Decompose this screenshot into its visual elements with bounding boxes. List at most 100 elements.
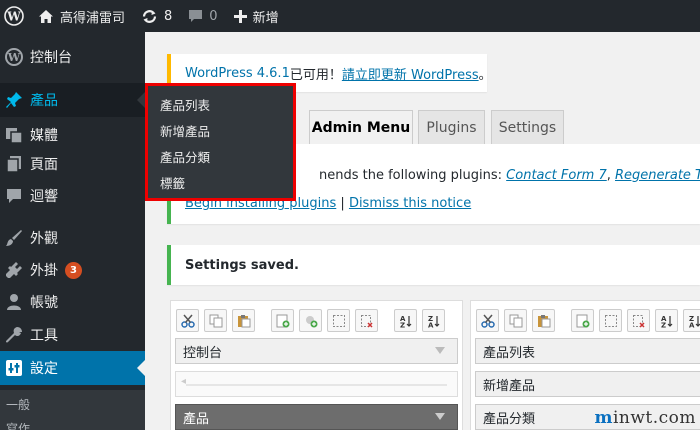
update-notice-end: 。 [478, 67, 492, 83]
admin-sidebar: W 控制台 產品 媒體 頁面 迴響 外觀 外掛 3 帳號 工具 設定 一般 寫作 [0, 32, 145, 430]
new-content-link[interactable]: 新增 [226, 0, 287, 32]
menu-appearance[interactable]: 外觀 [0, 221, 145, 255]
wordpress-version-link[interactable]: WordPress 4.6.1 [185, 66, 290, 81]
copy-icon[interactable] [504, 309, 527, 332]
sort-ascending-icon[interactable]: AZ [655, 309, 678, 332]
editor-toolbar-right: AZ ZA [476, 309, 700, 333]
chevron-down-icon[interactable] [435, 413, 445, 420]
editor-item-label: 產品分類 [483, 411, 536, 427]
dismiss-notice-link[interactable]: Dismiss this notice [349, 196, 471, 211]
svg-text:W: W [6, 10, 21, 24]
paste-icon[interactable] [532, 309, 555, 332]
editor-separator[interactable] [175, 371, 458, 397]
products-flyout-submenu: 產品列表 新增產品 產品分類 標籤 [145, 83, 296, 201]
editor-item-label: 產品列表 [483, 345, 536, 361]
plugin-icon [4, 260, 24, 280]
site-name: 高得浦雷司 [60, 10, 126, 26]
media-icon [4, 125, 24, 145]
menu-products-label: 產品 [30, 93, 58, 109]
home-icon [38, 9, 54, 24]
new-label: 新增 [252, 10, 279, 26]
add-item-icon[interactable] [571, 309, 594, 332]
updates-count: 8 [164, 8, 173, 24]
select-icon[interactable] [327, 309, 350, 332]
paintbrush-icon [4, 228, 24, 248]
comment-bubble-icon [188, 9, 203, 24]
updates-link[interactable]: 8 [133, 0, 180, 32]
menu-pages-label: 頁面 [30, 157, 58, 173]
flyout-item-add-product[interactable]: 新增產品 [148, 119, 293, 145]
tab-admin-menu[interactable]: Admin Menu [309, 110, 413, 145]
sort-ascending-icon[interactable]: AZ [394, 309, 417, 332]
select-icon[interactable] [599, 309, 622, 332]
submenu-general[interactable]: 一般 [6, 396, 30, 413]
flyout-item-product-list[interactable]: 產品列表 [148, 93, 293, 119]
submenu-writing[interactable]: 寫作 [6, 420, 30, 430]
delete-item-icon[interactable] [355, 309, 378, 332]
tab-plugins[interactable]: Plugins [418, 110, 485, 144]
wrench-icon [4, 325, 24, 345]
tab-settings[interactable]: Settings [491, 110, 564, 144]
menu-comments-label: 迴響 [30, 189, 58, 205]
paste-icon[interactable] [232, 309, 255, 332]
menu-settings[interactable]: 設定 [0, 351, 145, 385]
watermark: minwt.com [594, 408, 696, 428]
menu-users[interactable]: 帳號 [0, 285, 145, 319]
plugins-notice-text: nends the following plugins: [319, 168, 507, 183]
flyout-item-tags[interactable]: 標籤 [148, 171, 293, 197]
plugins-notice-message: nends the following plugins: Contact For… [319, 168, 700, 183]
svg-text:A: A [428, 321, 434, 328]
delete-item-icon[interactable] [627, 309, 650, 332]
plugin-link-regenerate-thumbnails[interactable]: Regenerate Thumbnails [615, 168, 700, 183]
plugin-updates-badge: 3 [65, 261, 82, 279]
flyout-item-product-category[interactable]: 產品分類 [148, 145, 293, 171]
editor-subitem-product-list[interactable]: 產品列表 [475, 338, 700, 364]
editor-item-dashboard[interactable]: 控制台 [175, 338, 458, 364]
editor-subitem-add-product[interactable]: 新增產品 [475, 371, 700, 397]
updates-icon [141, 8, 158, 25]
settings-saved-notice: Settings saved. [167, 245, 700, 285]
sort-descending-icon[interactable]: ZA [683, 309, 700, 332]
editor-item-products[interactable]: 產品 [175, 404, 458, 430]
settings-sliders-icon [4, 358, 24, 378]
menu-pages[interactable]: 頁面 [0, 147, 145, 181]
editor-panel-left: AZ ZA 控制台 產品 [170, 300, 463, 430]
menu-dashboard[interactable]: W 控制台 [0, 40, 145, 74]
add-separator-icon[interactable] [299, 309, 322, 332]
svg-text:A: A [689, 321, 695, 328]
menu-users-label: 帳號 [30, 295, 58, 311]
editor-item-label: 控制台 [183, 345, 223, 361]
editor-toolbar-left: AZ ZA [176, 309, 450, 333]
svg-text:Z: Z [400, 321, 405, 328]
menu-plugins[interactable]: 外掛 3 [0, 253, 145, 287]
wordpress-logo-icon[interactable]: W [0, 0, 30, 32]
copy-icon[interactable] [204, 309, 227, 332]
pushpin-icon [4, 90, 24, 110]
menu-tools-label: 工具 [30, 328, 58, 344]
cut-icon[interactable] [476, 309, 499, 332]
site-name-link[interactable]: 高得浦雷司 [30, 0, 133, 32]
menu-plugins-label: 外掛 [30, 263, 58, 279]
sort-descending-icon[interactable]: ZA [422, 309, 445, 332]
add-item-icon[interactable] [271, 309, 294, 332]
user-icon [4, 292, 24, 312]
plus-icon [233, 9, 247, 23]
watermark-m: m [594, 408, 613, 428]
update-now-link[interactable]: 請立即更新 WordPress [342, 64, 479, 83]
plugins-comma-1: , [606, 168, 615, 183]
update-notice-text: 已可用！ [289, 67, 342, 83]
svg-text:W: W [7, 51, 21, 64]
dashboard-icon: W [4, 47, 24, 67]
comments-icon [4, 186, 24, 206]
svg-text:Z: Z [661, 321, 666, 328]
editor-item-label: 產品 [183, 411, 210, 427]
cut-icon[interactable] [176, 309, 199, 332]
menu-comments[interactable]: 迴響 [0, 179, 145, 213]
comments-link[interactable]: 0 [180, 0, 225, 32]
chevron-down-icon[interactable] [435, 347, 445, 354]
menu-products[interactable]: 產品 [0, 83, 145, 117]
plugin-link-contact-form-7[interactable]: Contact Form 7 [506, 168, 607, 183]
actions-divider: | [336, 196, 349, 211]
menu-tools[interactable]: 工具 [0, 318, 145, 352]
admin-bar: W 高得浦雷司 8 0 新增 [0, 0, 700, 32]
